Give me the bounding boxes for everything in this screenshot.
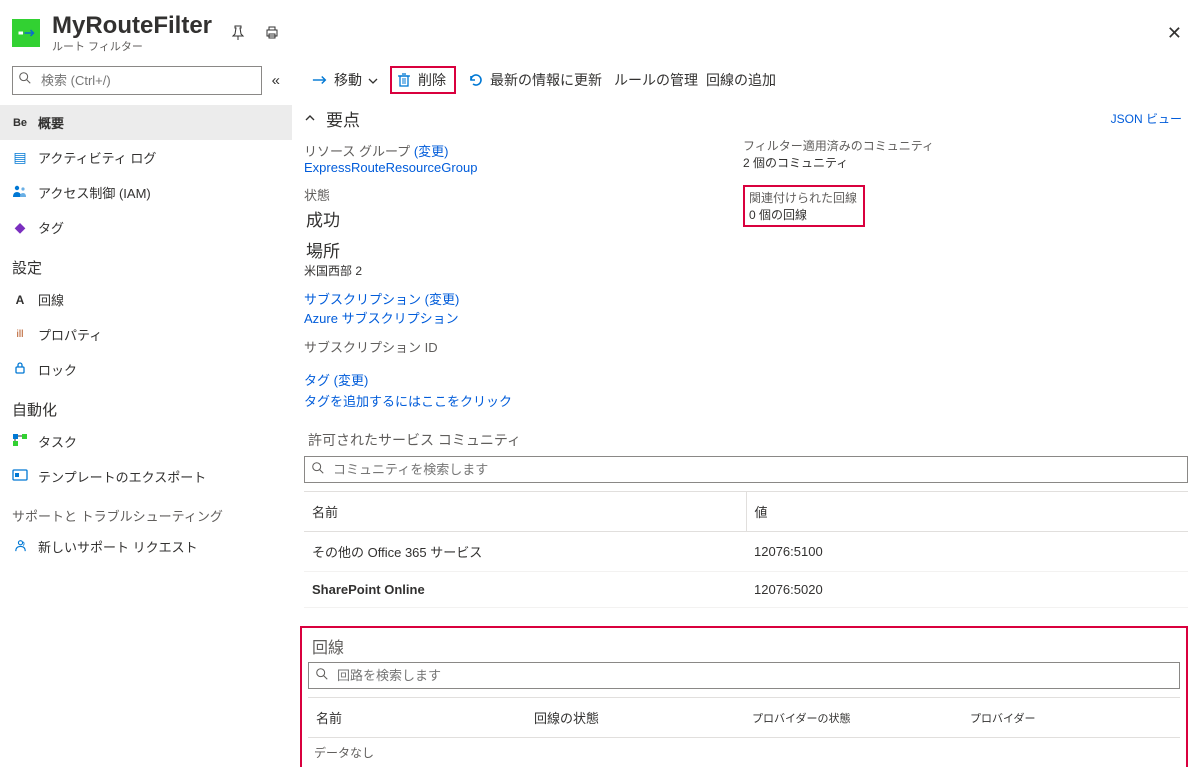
sidebar-item-label: アクティビティ ログ: [38, 148, 156, 167]
sidebar-item-label: タスク: [38, 432, 77, 451]
resource-group-value[interactable]: ExpressRouteResourceGroup: [304, 160, 743, 175]
associated-circuits-value: 0 個の回線: [749, 206, 857, 223]
tags-add-link[interactable]: タグを追加するにはここをクリック: [304, 391, 1182, 410]
associated-circuits-box: 関連付けられた回線 0 個の回線: [743, 185, 865, 227]
refresh-label: 最新の情報に更新: [490, 70, 602, 90]
refresh-button[interactable]: 最新の情報に更新: [460, 66, 610, 94]
sidebar-item-label: テンプレートのエクスポート: [38, 467, 206, 486]
add-circuit-label: 回線の追加: [706, 70, 776, 90]
lock-icon: [12, 361, 28, 378]
tags-change[interactable]: (変更): [334, 373, 369, 388]
delete-icon: [396, 72, 412, 88]
essentials-label: 要点: [326, 106, 360, 131]
sidebar-item-locks[interactable]: ロック: [0, 352, 292, 387]
subscription-id-label: サブスクリプション ID: [304, 337, 743, 356]
page-subtitle: ルート フィルター: [52, 38, 212, 54]
properties-icon: ill: [12, 329, 28, 340]
status-value: 成功: [304, 204, 743, 235]
sidebar-item-iam[interactable]: アクセス制御 (IAM): [0, 175, 292, 210]
circuits-title: 回線: [306, 628, 1182, 662]
iam-icon: [12, 184, 28, 201]
sidebar-item-circuits[interactable]: A 回線: [0, 282, 292, 317]
tags-icon: ◆: [12, 219, 28, 236]
print-icon[interactable]: [264, 25, 280, 41]
manage-rules-label: ルールの管理: [614, 70, 698, 90]
sidebar-item-label: アクセス制御 (IAM): [38, 183, 151, 202]
delete-button[interactable]: 削除: [390, 66, 456, 94]
circuits-icon: A: [12, 293, 28, 307]
move-label: 移動: [334, 70, 362, 90]
circuits-table: 名前 回線の状態 プロバイダーの状態 プロバイダー: [308, 697, 1180, 738]
activity-log-icon: ▤: [12, 149, 28, 166]
add-circuit-button[interactable]: 回線の追加: [698, 66, 784, 94]
location-label: 場所: [304, 235, 743, 262]
subscription-label: サブスクリプション: [304, 292, 421, 307]
overview-icon: Be: [12, 117, 28, 129]
filtered-communities-label: フィルター適用済みのコミュニティ: [743, 137, 1182, 154]
associated-circuits-label: 関連付けられた回線: [749, 189, 857, 206]
collapse-sidebar-icon[interactable]: «: [272, 72, 280, 89]
essentials-collapse-icon[interactable]: [304, 111, 316, 127]
sidebar-item-export-template[interactable]: テンプレートのエクスポート: [0, 459, 292, 494]
circuits-block: 回線 名前 回線の状態 プロバイダーの状態 プロバイダー: [300, 626, 1188, 767]
sidebar-item-tasks[interactable]: タスク: [0, 424, 292, 459]
sidebar-section-automation: 自動化: [0, 387, 292, 424]
table-row[interactable]: SharePoint Online 12076:5020: [304, 572, 1188, 608]
col-name[interactable]: 名前: [308, 698, 526, 738]
sidebar: « Be 概要 ▤ アクティビティ ログ アクセス制御 (IAM) ◆ タグ 設…: [0, 58, 292, 767]
col-name[interactable]: 名前: [304, 492, 746, 532]
sidebar-item-label: プロパティ: [38, 325, 102, 344]
location-value: 米国西部 2: [304, 262, 743, 279]
resource-group-change[interactable]: (変更): [414, 144, 449, 159]
filtered-communities-value: 2 個のコミュニティ: [743, 154, 1182, 171]
search-icon: [315, 667, 329, 684]
support-icon: [12, 538, 28, 556]
page-title: MyRouteFilter: [52, 12, 212, 40]
col-provider-state[interactable]: プロバイダーの状態: [744, 698, 962, 738]
subscription-change[interactable]: (変更): [425, 292, 460, 307]
tags-label: タグ: [304, 373, 330, 388]
communities-search-input[interactable]: [305, 457, 1187, 482]
sidebar-item-properties[interactable]: ill プロパティ: [0, 317, 292, 352]
sidebar-item-overview[interactable]: Be 概要: [0, 105, 292, 140]
route-filter-icon: [12, 19, 40, 47]
sidebar-section-support: サポートと トラブルシューティング: [0, 494, 292, 529]
col-value[interactable]: 値: [746, 492, 1188, 532]
move-arrow-icon: [312, 72, 328, 88]
col-circuit-state[interactable]: 回線の状態: [526, 698, 744, 738]
search-icon: [311, 461, 325, 478]
sidebar-item-label: ロック: [38, 360, 77, 379]
col-provider[interactable]: プロバイダー: [962, 698, 1180, 738]
search-icon: [18, 71, 32, 88]
chevron-down-icon: [368, 73, 378, 88]
sidebar-item-activity-log[interactable]: ▤ アクティビティ ログ: [0, 140, 292, 175]
refresh-icon: [468, 72, 484, 88]
sidebar-search-input[interactable]: [12, 66, 262, 95]
circuits-no-data: データなし: [306, 738, 1182, 767]
subscription-value[interactable]: Azure サブスクリプション: [304, 308, 743, 327]
communities-title: 許可されたサービス コミュニティ: [292, 416, 1200, 456]
json-view-link[interactable]: JSON ビュー: [1111, 110, 1182, 127]
toolbar: 移動 削除 最新の情報に更新: [292, 58, 1200, 102]
tasks-icon: [12, 433, 28, 450]
close-icon[interactable]: ✕: [1167, 23, 1182, 44]
move-button[interactable]: 移動: [304, 66, 386, 94]
sidebar-item-label: 概要: [38, 113, 64, 132]
sidebar-item-tags[interactable]: ◆ タグ: [0, 210, 292, 245]
circuits-search-input[interactable]: [309, 663, 1179, 688]
sidebar-item-label: 新しいサポート リクエスト: [38, 537, 198, 556]
sidebar-item-label: 回線: [38, 290, 64, 309]
status-label: 状態: [304, 185, 743, 204]
export-template-icon: [12, 468, 28, 485]
resource-group-label: リソース グループ (変更): [304, 141, 743, 160]
sidebar-item-new-support[interactable]: 新しいサポート リクエスト: [0, 529, 292, 564]
pin-icon[interactable]: [230, 25, 246, 41]
communities-table: 名前 値 その他の Office 365 サービス 12076:5100 Sha…: [304, 491, 1188, 608]
delete-label: 削除: [418, 70, 446, 90]
table-row[interactable]: その他の Office 365 サービス 12076:5100: [304, 532, 1188, 572]
sidebar-item-label: タグ: [38, 218, 64, 237]
sidebar-section-settings: 設定: [0, 245, 292, 282]
manage-rules-button[interactable]: ルールの管理: [606, 66, 706, 94]
